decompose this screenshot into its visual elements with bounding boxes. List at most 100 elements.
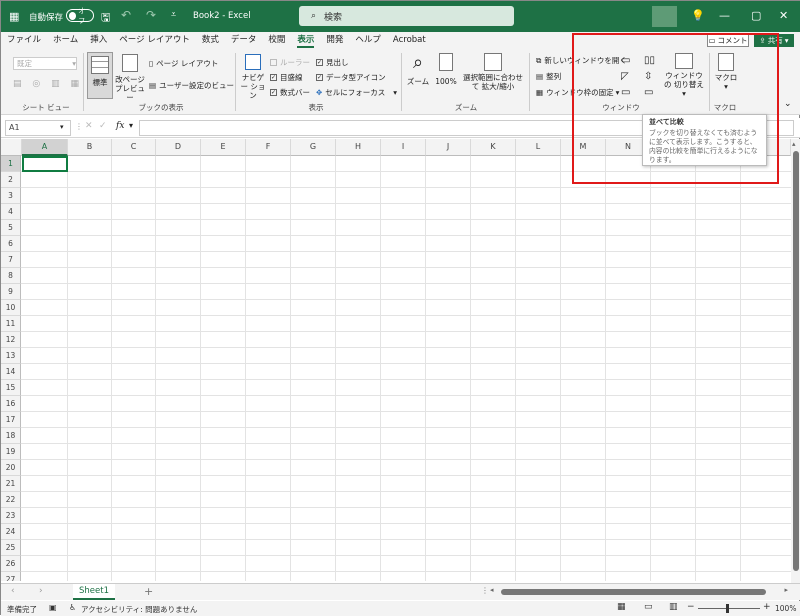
enter-icon[interactable]: ✓ — [99, 121, 107, 131]
zoom-slider-thumb[interactable] — [726, 604, 729, 613]
column-header[interactable]: A — [22, 139, 68, 156]
tab-acrobat[interactable]: Acrobat — [387, 32, 432, 49]
zoom-in-icon[interactable]: + — [763, 602, 771, 612]
scroll-thumb[interactable] — [793, 151, 799, 571]
zoom-slider[interactable] — [698, 608, 760, 609]
column-header[interactable]: H — [336, 139, 381, 156]
arrange-all-button[interactable]: ▤ 整列 — [536, 71, 561, 82]
row-header[interactable]: 19 — [1, 444, 21, 460]
row-header[interactable]: 16 — [1, 396, 21, 412]
row-header[interactable]: 20 — [1, 460, 21, 476]
chevron-down-icon[interactable]: ▾ — [60, 123, 64, 131]
zoom-level[interactable]: 100% — [775, 604, 796, 613]
horizontal-scrollbar[interactable]: ◂ ▸ — [489, 586, 789, 597]
column-header[interactable]: F — [246, 139, 291, 156]
lightbulb-icon[interactable]: 💡 — [691, 9, 705, 22]
row-header[interactable]: 7 — [1, 252, 21, 268]
column-header[interactable]: J — [426, 139, 471, 156]
chevron-down-icon[interactable]: ▾ — [129, 121, 133, 130]
row-header[interactable]: 18 — [1, 428, 21, 444]
formula-bar-checkbox[interactable]: ✓ 数式バー — [270, 87, 310, 98]
row-header[interactable]: 22 — [1, 492, 21, 508]
autosave-toggle[interactable]: オフ — [66, 7, 94, 25]
tab-file[interactable]: ファイル — [1, 32, 47, 49]
row-header[interactable]: 23 — [1, 508, 21, 524]
row-header[interactable]: 9 — [1, 284, 21, 300]
row-header[interactable]: 11 — [1, 316, 21, 332]
prev-sheet-icon[interactable]: ‹ — [11, 586, 15, 596]
macro-record-icon[interactable]: ▣ — [49, 603, 57, 612]
zoom-button[interactable]: ⌕ ズーム — [405, 53, 431, 87]
sheet-tab[interactable]: Sheet1 — [73, 584, 115, 600]
collapse-ribbon-icon[interactable]: ⌄ — [784, 99, 792, 109]
save-icon[interactable]: 🖫 — [101, 9, 110, 28]
headings-checkbox[interactable]: ✓ 見出し — [316, 57, 349, 68]
column-header[interactable]: G — [291, 139, 336, 156]
row-header[interactable]: 12 — [1, 332, 21, 348]
column-header[interactable]: K — [471, 139, 516, 156]
scroll-right-icon[interactable]: ▸ — [784, 586, 788, 594]
row-header[interactable]: 17 — [1, 412, 21, 428]
column-header[interactable]: L — [516, 139, 561, 156]
scroll-thumb[interactable] — [501, 589, 766, 595]
column-header[interactable]: C — [112, 139, 156, 156]
tab-data[interactable]: データ — [225, 32, 263, 49]
page-layout-button[interactable]: ▯ ページ レイアウト — [149, 58, 218, 69]
tab-formulas[interactable]: 数式 — [196, 32, 225, 49]
scroll-left-icon[interactable]: ◂ — [490, 586, 494, 594]
qat-customize-icon[interactable]: ⩡ — [171, 10, 176, 20]
add-sheet-icon[interactable]: + — [144, 585, 153, 598]
tab-home[interactable]: ホーム — [47, 32, 84, 49]
tab-view[interactable]: 表示 — [291, 32, 320, 49]
active-cell[interactable] — [22, 156, 68, 172]
minimize-icon[interactable]: — — [719, 9, 730, 22]
row-header[interactable]: 14 — [1, 364, 21, 380]
search-box[interactable]: ⌕ 検索 — [299, 6, 514, 26]
row-header[interactable]: 21 — [1, 476, 21, 492]
tab-help[interactable]: ヘルプ — [349, 32, 387, 49]
tab-insert[interactable]: 挿入 — [84, 32, 113, 49]
navigator-button[interactable]: ナビゲー ション — [239, 54, 267, 100]
accessibility-icon[interactable]: ♿ — [69, 603, 76, 612]
row-header[interactable]: 1 — [1, 156, 21, 172]
row-header[interactable]: 6 — [1, 236, 21, 252]
avatar[interactable] — [652, 6, 677, 27]
row-header[interactable]: 3 — [1, 188, 21, 204]
gridlines-checkbox[interactable]: ✓ 目盛線 — [270, 72, 303, 83]
page-layout-view-icon[interactable]: ▭ — [644, 602, 653, 612]
scroll-up-icon[interactable]: ▴ — [792, 140, 796, 148]
column-header[interactable]: D — [156, 139, 201, 156]
close-icon[interactable]: ✕ — [779, 9, 788, 22]
page-break-view-icon[interactable]: ▥ — [669, 602, 678, 612]
undo-icon[interactable]: ↶ — [121, 8, 131, 22]
sheet-view-dropdown[interactable]: 既定 ▾ — [13, 57, 77, 70]
row-header[interactable]: 15 — [1, 380, 21, 396]
row-header[interactable]: 2 — [1, 172, 21, 188]
ruler-checkbox[interactable]: ルーラー — [270, 57, 310, 68]
normal-view-button[interactable]: 標準 — [87, 52, 113, 99]
worksheet-grid[interactable]: A B C D E F G H I J K L M N O 1 2 3 4 5 … — [1, 139, 791, 581]
tab-review[interactable]: 校閲 — [262, 32, 291, 49]
normal-view-icon[interactable]: ▦ — [617, 602, 626, 612]
data-type-icon-checkbox[interactable]: ✓ データ型アイコン — [316, 72, 386, 83]
next-sheet-icon[interactable]: › — [39, 586, 43, 596]
row-header[interactable]: 8 — [1, 268, 21, 284]
restore-icon[interactable]: ▢ — [751, 9, 761, 22]
row-header[interactable]: 10 — [1, 300, 21, 316]
cancel-icon[interactable]: ✕ — [85, 121, 93, 131]
row-header[interactable]: 27 — [1, 572, 21, 581]
insert-function-button[interactable]: fx — [116, 121, 124, 131]
zoom-out-icon[interactable]: − — [687, 602, 695, 612]
row-header[interactable]: 5 — [1, 220, 21, 236]
accessibility-status[interactable]: アクセシビリティ: 問題ありません — [81, 604, 197, 615]
tab-page-layout[interactable]: ページ レイアウト — [113, 32, 196, 49]
row-header[interactable]: 24 — [1, 524, 21, 540]
custom-views-button[interactable]: ▤ ユーザー設定のビュー — [149, 80, 234, 91]
zoom-100-button[interactable]: 100% — [433, 53, 459, 86]
vertical-scrollbar[interactable]: ▴ — [791, 139, 800, 585]
select-all-button[interactable] — [1, 139, 22, 156]
column-header[interactable]: B — [68, 139, 112, 156]
row-header[interactable]: 13 — [1, 348, 21, 364]
redo-icon[interactable]: ↷ — [146, 8, 156, 22]
focus-cell-button[interactable]: ✥ セルにフォーカス ▾ — [316, 87, 397, 98]
